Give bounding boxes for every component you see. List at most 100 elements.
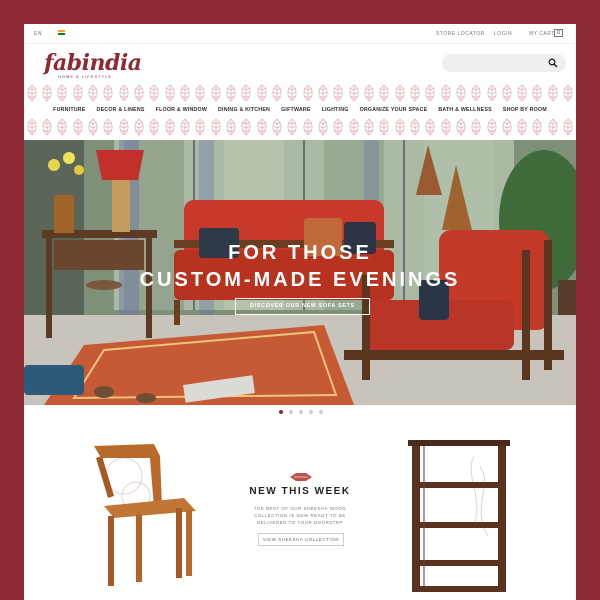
leaf-motif-icon (410, 118, 420, 136)
nav-item-lighting[interactable]: LIGHTING (322, 107, 349, 113)
leaf-motif-icon (195, 118, 205, 136)
leaf-motif-icon (134, 84, 144, 102)
leaf-motif-icon (57, 84, 67, 102)
leaf-motif-icon (195, 84, 205, 102)
nav-item-dining-kitchen[interactable]: DINING & KITCHEN (218, 107, 270, 113)
leaf-motif-icon (73, 118, 83, 136)
cart-count-badge[interactable]: 0 (554, 29, 563, 37)
arrow-ornament-icon (290, 473, 312, 481)
leaf-motif-icon (349, 118, 359, 136)
leaf-motif-icon (287, 118, 297, 136)
my-cart-link[interactable]: MY CART (529, 31, 555, 37)
leaf-motif-icon (502, 84, 512, 102)
leaf-motif-icon (119, 84, 129, 102)
leaf-motif-icon (563, 118, 573, 136)
leaf-motif-icon (548, 84, 558, 102)
leaf-motif-icon (272, 118, 282, 136)
hero-title-line-1: FOR THOSE (228, 242, 372, 264)
leaf-motif-icon (57, 118, 67, 136)
nav-item-giftware[interactable]: GIFTWARE (281, 107, 311, 113)
hero-banner[interactable]: FOR THOSE CUSTOM-MADE EVENINGS DISCOVER … (24, 140, 576, 405)
leaf-motif-icon (27, 84, 37, 102)
search-icon[interactable] (548, 58, 558, 68)
leaf-motif-icon (257, 84, 267, 102)
leaf-motif-icon (180, 84, 190, 102)
brand-logo[interactable]: fabindia (44, 50, 142, 76)
leaf-motif-icon (103, 84, 113, 102)
leaf-motif-icon (149, 118, 159, 136)
decorative-pattern-top (24, 82, 576, 104)
leaf-motif-icon (333, 84, 343, 102)
login-link[interactable]: LOGIN (494, 31, 512, 37)
hero-title-line-2: CUSTOM-MADE EVENINGS (139, 269, 461, 291)
carousel-dot-1[interactable] (279, 410, 283, 414)
leaf-motif-icon (364, 84, 374, 102)
carousel-dot-5[interactable] (319, 410, 323, 414)
leaf-motif-icon (42, 118, 52, 136)
nav-item-organize-your-space[interactable]: ORGANIZE YOUR SPACE (360, 107, 428, 113)
leaf-motif-icon (379, 84, 389, 102)
leaf-motif-icon (165, 84, 175, 102)
leaf-motif-icon (517, 84, 527, 102)
sheesha-bookshelf-image[interactable] (404, 436, 514, 596)
sheesha-chair-image[interactable] (84, 436, 204, 596)
carousel-dot-2[interactable] (289, 410, 293, 414)
main-navigation: FURNITURE DECOR & LINENS FLOOR & WINDOW DIN… (24, 104, 576, 116)
decorative-pattern-bottom (24, 116, 576, 138)
leaf-motif-icon (241, 118, 251, 136)
leaf-motif-icon (180, 118, 190, 136)
leaf-motif-icon (303, 84, 313, 102)
leaf-motif-icon (165, 118, 175, 136)
leaf-motif-icon (486, 118, 497, 136)
leaf-motif-icon (440, 84, 451, 102)
search-input[interactable] (442, 54, 566, 72)
leaf-motif-icon (257, 118, 267, 136)
view-sheesha-collection-button[interactable]: VIEW SHEESHA COLLECTION (258, 533, 344, 546)
language-selector[interactable]: EN (34, 31, 42, 37)
leaf-motif-icon (425, 118, 435, 136)
leaf-motif-icon (27, 118, 37, 136)
leaf-motif-icon (272, 84, 282, 102)
leaf-motif-icon (287, 84, 297, 102)
nav-item-bath-wellness[interactable]: BATH & WELLNESS (438, 107, 492, 113)
leaf-motif-icon (318, 118, 328, 136)
leaf-motif-icon (42, 84, 52, 102)
carousel-dot-3[interactable] (299, 410, 303, 414)
leaf-motif-icon (410, 84, 420, 102)
nav-item-furniture[interactable]: FURNITURE (53, 107, 85, 113)
leaf-motif-icon (456, 84, 466, 102)
leaf-motif-icon (364, 118, 374, 136)
hero-title: FOR THOSE CUSTOM-MADE EVENINGS (24, 240, 576, 294)
discover-sofa-sets-button[interactable]: DISCOVER OUR NEW SOFA SETS (235, 298, 370, 315)
leaf-motif-icon (349, 84, 359, 102)
leaf-motif-icon (425, 84, 435, 102)
leaf-motif-icon (440, 118, 451, 136)
utility-bar: EN STORE LOCATOR LOGIN MY CART 0 (24, 24, 576, 44)
nav-item-floor-window[interactable]: FLOOR & WINDOW (156, 107, 207, 113)
leaf-motif-icon (486, 84, 497, 102)
leaf-motif-icon (502, 118, 512, 136)
nav-item-decor-linens[interactable]: DECOR & LINENS (97, 107, 145, 113)
store-locator-link[interactable]: STORE LOCATOR (436, 31, 485, 37)
leaf-motif-icon (134, 118, 144, 136)
carousel-dot-4[interactable] (309, 410, 313, 414)
leaf-motif-icon (241, 84, 251, 102)
leaf-motif-icon (548, 118, 558, 136)
leaf-motif-icon (303, 118, 313, 136)
carousel-dots (279, 410, 323, 414)
nav-item-shop-by-room[interactable]: SHOP BY ROOM (503, 107, 547, 113)
leaf-motif-icon (88, 118, 98, 136)
leaf-motif-icon (119, 118, 129, 136)
new-this-week-heading: NEW THIS WEEK (249, 486, 351, 497)
leaf-motif-icon (318, 84, 328, 102)
leaf-motif-icon (395, 118, 405, 136)
leaf-motif-icon (226, 118, 236, 136)
leaf-motif-icon (517, 118, 527, 136)
leaf-motif-icon (211, 84, 221, 102)
leaf-motif-icon (211, 118, 221, 136)
leaf-motif-icon (73, 84, 83, 102)
leaf-motif-icon (471, 118, 481, 136)
brand-tagline: HOME & LIFESTYLE (58, 74, 113, 79)
india-flag-icon[interactable] (58, 30, 65, 36)
leaf-motif-icon (471, 84, 481, 102)
